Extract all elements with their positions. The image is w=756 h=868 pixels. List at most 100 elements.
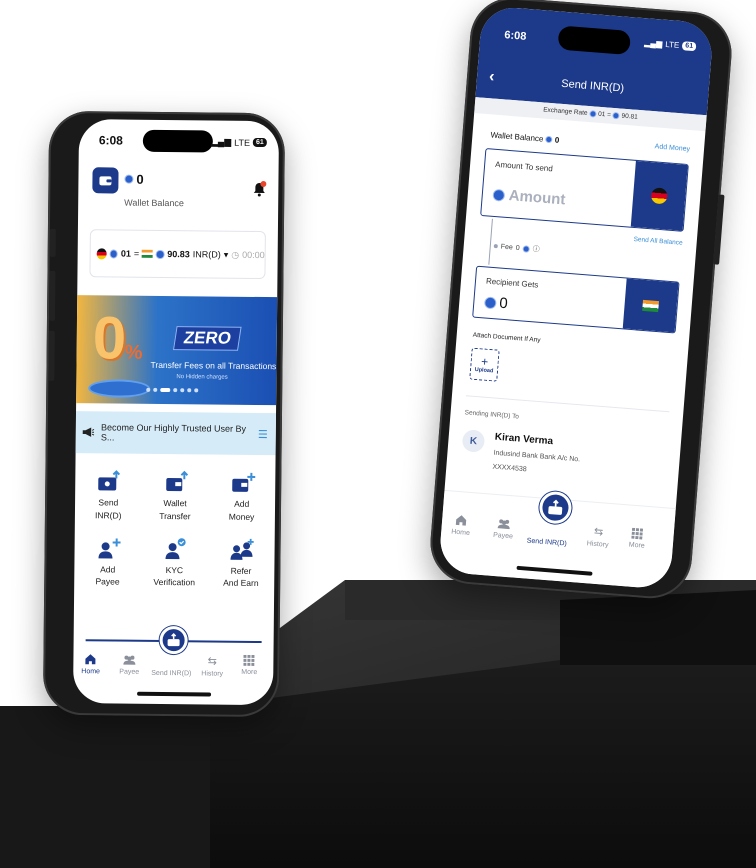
status-right: ▂▄▆ LTE 61 <box>644 38 697 52</box>
home-icon <box>456 515 467 526</box>
action-send-inr[interactable]: Send INR(D) <box>75 469 142 522</box>
currency-selector-to[interactable] <box>622 278 679 333</box>
nav-home[interactable]: Home <box>451 514 471 537</box>
recipient-amount: 0 <box>483 293 509 313</box>
payee-icon <box>123 655 136 665</box>
promo-banner[interactable]: 0 % ZERO Transfer Fees on all Transactio… <box>76 295 278 406</box>
action-grid: Send INR(D) Wallet Transfer Add Money Ad… <box>74 469 275 590</box>
amount-field[interactable]: Amount <box>492 186 566 209</box>
send-screen: 6:08 ▂▄▆ LTE 61 ‹ Send INR(D) Exchange R… <box>438 5 714 590</box>
signal-icon: ▂▄▆ <box>644 38 663 49</box>
payee-account: XXXX4538 <box>492 463 527 474</box>
recipient-value: 0 <box>498 294 509 313</box>
nav-payee[interactable]: Payee <box>119 654 139 676</box>
germany-flag-icon <box>650 187 668 205</box>
nav-payee[interactable]: Payee <box>493 517 515 540</box>
action-refer[interactable]: Refer And Earn <box>207 537 274 590</box>
wallet-balance-value: 0 <box>136 171 144 187</box>
pagination-dot[interactable] <box>187 388 192 393</box>
banner-big-zero: 0 <box>92 304 127 372</box>
flow-connector <box>488 218 493 265</box>
exchange-rate-card[interactable]: 01 = 90.83 INR(D) ▾ ◷ 00:00 <box>89 229 266 280</box>
caret-down-icon[interactable]: ▾ <box>224 249 229 260</box>
home-screen: 6:08 ▂▄▆ LTE 61 0 Wallet Balance 01 = 90… <box>72 119 280 706</box>
send-all-balance-link[interactable]: Send All Balance <box>633 236 683 247</box>
info-icon[interactable]: ⓘ <box>532 244 540 255</box>
send-inr-icon <box>167 633 180 647</box>
india-flag-icon <box>642 299 660 312</box>
nav-more-label: More <box>628 541 645 550</box>
attach-label: Attach Document If Any <box>472 331 541 344</box>
history-icon: ⇆ <box>593 525 604 539</box>
nav-send-fab[interactable] <box>159 625 188 655</box>
rate-currency: INR(D) <box>192 249 221 260</box>
action-add-money[interactable]: Add Money <box>208 470 275 523</box>
add-money-link[interactable]: Add Money <box>654 143 690 153</box>
nav-send[interactable]: Send INR(D) <box>526 538 567 548</box>
rate-base: 01 <box>120 248 131 259</box>
action-kyc[interactable]: KYC Verification <box>141 536 208 589</box>
nav-more-label: More <box>241 668 258 676</box>
nav-history[interactable]: ⇆ History <box>201 654 223 677</box>
grid-icon <box>243 654 255 666</box>
action-add-payee[interactable]: Add Payee <box>74 536 141 589</box>
avatar: K <box>461 429 486 453</box>
payee-icon <box>497 519 510 530</box>
pagination-dot[interactable] <box>194 388 199 393</box>
network-label: LTE <box>664 39 680 50</box>
status-time: 6:08 <box>503 29 527 43</box>
nav-home-label: Home <box>81 668 101 676</box>
amount-placeholder: Amount <box>508 187 566 209</box>
nav-more[interactable]: More <box>628 527 646 550</box>
signal-icon: ▂▄▆ <box>210 136 232 147</box>
pagination-dot[interactable] <box>146 387 151 392</box>
payee-name: Kiran Verma <box>494 431 554 448</box>
nav-send[interactable]: Send INR(D) <box>151 670 191 677</box>
action-wallet-transfer[interactable]: Wallet Transfer <box>142 470 209 523</box>
action-label: KYC Verification <box>153 564 196 588</box>
action-label: Send INR(D) <box>94 497 122 521</box>
pagination-dot-active[interactable] <box>160 387 171 393</box>
home-indicator[interactable] <box>516 565 593 576</box>
rate-timer: 00:00 <box>242 249 265 261</box>
amount-input[interactable]: Amount To send Amount <box>480 148 689 232</box>
home-indicator[interactable] <box>137 691 212 697</box>
wallet-transfer-icon <box>162 470 189 494</box>
action-label: Wallet Transfer <box>159 497 191 522</box>
trust-bar[interactable]: Become Our Highly Trusted User By S... ☰ <box>75 411 277 456</box>
nav-send-fab[interactable] <box>538 490 573 525</box>
megaphone-icon <box>82 427 95 437</box>
banner-percent: % <box>124 341 143 364</box>
nav-payee-label: Payee <box>492 531 514 541</box>
recipient-gets-box: Recipient Gets 0 <box>472 265 680 334</box>
wallet-balance: 0 <box>124 171 144 187</box>
dynamic-island <box>557 25 632 56</box>
rate-target: 90.83 <box>167 249 190 260</box>
india-flag-icon <box>142 249 153 258</box>
upload-button[interactable]: + Upload <box>469 347 500 382</box>
kyc-icon <box>161 536 187 560</box>
dynamic-island <box>142 129 213 153</box>
banner-pagination[interactable] <box>146 387 199 393</box>
pagination-dot[interactable] <box>153 387 158 392</box>
nav-history-label: History <box>201 670 224 678</box>
list-icon[interactable]: ☰ <box>258 427 268 440</box>
refer-icon <box>228 537 254 561</box>
home-icon <box>85 654 96 665</box>
bell-icon[interactable] <box>252 181 267 202</box>
nav-more[interactable]: More <box>241 654 258 676</box>
nav-home[interactable]: Home <box>81 653 100 675</box>
upload-label: Upload <box>474 366 494 375</box>
coin-icon <box>589 109 597 118</box>
add-payee-icon <box>95 536 121 560</box>
pagination-dot[interactable] <box>173 388 178 393</box>
pagination-dot[interactable] <box>180 388 185 393</box>
wallet-icon[interactable] <box>92 167 119 194</box>
send-header: 6:08 ▂▄▆ LTE 61 ‹ Send INR(D) <box>475 5 714 116</box>
battery-badge: 61 <box>681 41 697 52</box>
history-icon: ⇆ <box>207 655 217 668</box>
banner-subtitle: Transfer Fees on all Transactions <box>150 359 277 372</box>
nav-history[interactable]: ⇆ History <box>586 524 610 549</box>
currency-selector-from[interactable] <box>630 160 688 231</box>
wallet-balance-row: Wallet Balance 0 <box>490 130 559 144</box>
